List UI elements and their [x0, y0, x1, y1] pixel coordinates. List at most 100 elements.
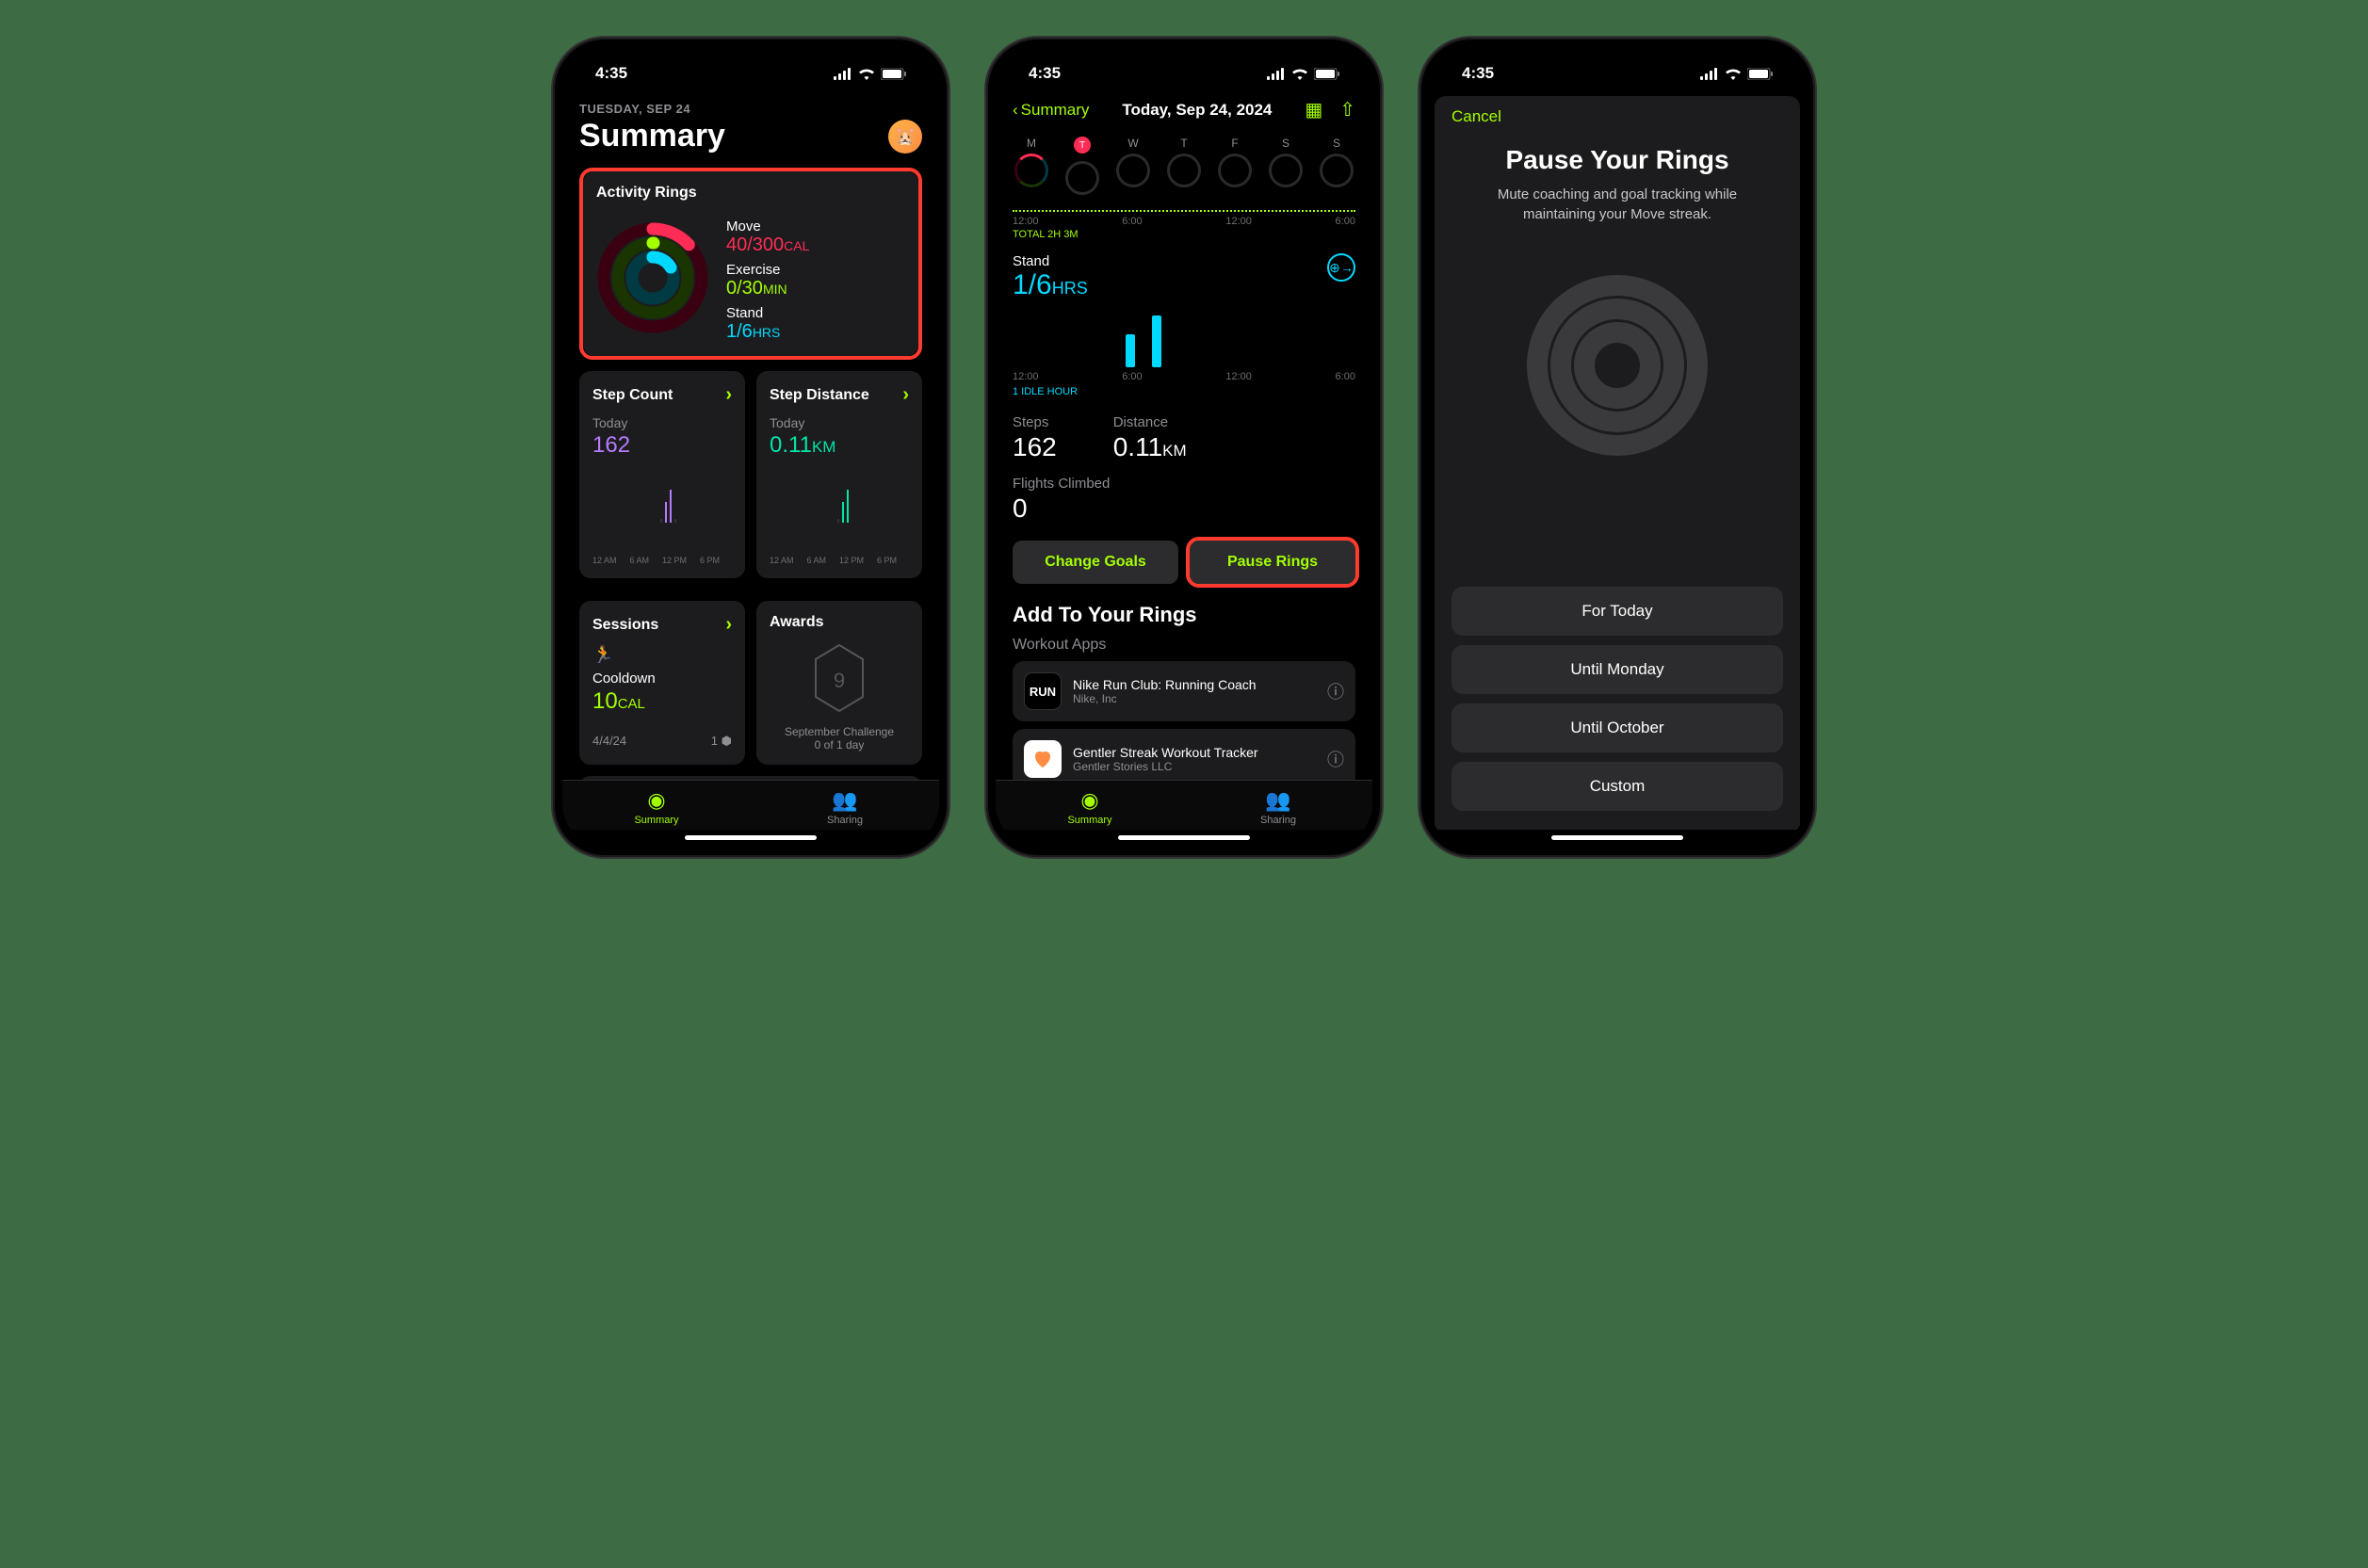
- activity-rings-card[interactable]: Activity Rings Move 40/300CAL: [583, 171, 918, 356]
- profile-avatar[interactable]: 🐹: [888, 120, 922, 154]
- metrics-row: Steps 162 Distance 0.11KM: [1013, 414, 1355, 462]
- status-time: 4:35: [595, 64, 627, 83]
- chevron-right-icon: ›: [902, 384, 909, 406]
- day-sun[interactable]: S: [1320, 137, 1354, 195]
- flights-label: Flights Climbed: [1013, 476, 1355, 492]
- content[interactable]: TUESDAY, SEP 24 Summary 🐹 Activity Rings: [562, 90, 939, 780]
- summary-tab-icon: ◉: [996, 788, 1184, 813]
- step-distance-title: Step Distance›: [770, 384, 909, 406]
- wifi-icon: [1291, 68, 1308, 80]
- option-custom[interactable]: Custom: [1452, 762, 1783, 811]
- app-developer: Nike, Inc: [1073, 692, 1316, 705]
- action-buttons: Change Goals Pause Rings: [1013, 541, 1355, 584]
- notch: [1126, 50, 1243, 84]
- day-fri[interactable]: F: [1218, 137, 1252, 195]
- stand-section: Stand 1/6HRS ⊕→: [1013, 253, 1355, 301]
- idle-label: 1 IDLE HOUR: [1013, 386, 1355, 397]
- tab-sharing[interactable]: 👥Sharing: [1184, 788, 1372, 826]
- flights-metric: Flights Climbed 0: [1013, 476, 1355, 524]
- change-goals-button[interactable]: Change Goals: [1013, 541, 1178, 584]
- stand-label: Stand: [1013, 253, 1088, 269]
- awards-title: Awards: [770, 614, 909, 631]
- home-indicator[interactable]: [685, 835, 817, 840]
- notch: [692, 50, 810, 84]
- week-selector[interactable]: M T W T F S S: [1013, 137, 1355, 195]
- nike-app-icon: RUN: [1024, 672, 1062, 710]
- home-indicator[interactable]: [1551, 835, 1683, 840]
- stand-detail-icon[interactable]: ⊕→: [1327, 253, 1355, 282]
- move-value: 40/300CAL: [726, 234, 809, 256]
- step-distance-card[interactable]: Step Distance› Today 0.11KM 12 AM6 AM12 …: [756, 371, 922, 578]
- paused-rings-icon: [1523, 271, 1711, 460]
- stand-chart: [1013, 311, 1355, 367]
- app-gentler[interactable]: Gentler Streak Workout Tracker Gentler S…: [1013, 729, 1355, 780]
- chevron-left-icon: ‹: [1013, 101, 1018, 120]
- tab-summary[interactable]: ◉Summary: [562, 788, 751, 826]
- pause-rings-button[interactable]: Pause Rings: [1190, 541, 1355, 584]
- share-icon[interactable]: ⇧: [1339, 98, 1355, 121]
- gentler-app-icon: [1024, 740, 1062, 778]
- battery-icon: [1747, 68, 1773, 80]
- awards-card[interactable]: Awards 9 September Challenge 0 of 1 day: [756, 601, 922, 765]
- chevron-right-icon: ›: [725, 614, 732, 636]
- metrics-grid: Step Count› Today 162 12 AM6 AM12 PM6 PM…: [579, 371, 922, 776]
- exercise-label: Exercise: [726, 262, 809, 278]
- app-info: Gentler Streak Workout Tracker Gentler S…: [1073, 745, 1316, 773]
- content[interactable]: ‹Summary Today, Sep 24, 2024 ▦ ⇧ M T W T…: [996, 90, 1372, 780]
- day-tue-active[interactable]: T: [1065, 137, 1099, 195]
- signal-icon: [834, 68, 852, 80]
- sessions-card[interactable]: Sessions› 🏃 Cooldown 10CAL 4/4/241 ⬢: [579, 601, 745, 765]
- status-time: 4:35: [1029, 64, 1061, 83]
- signal-icon: [1267, 68, 1286, 80]
- exercise-value: 0/30MIN: [726, 278, 809, 299]
- step-distance-value: 0.11KM: [770, 432, 909, 459]
- day-wed[interactable]: W: [1116, 137, 1150, 195]
- sharing-tab-icon: 👥: [751, 788, 939, 813]
- calendar-icon[interactable]: ▦: [1305, 98, 1322, 121]
- page-title: Summary: [579, 118, 725, 154]
- screen-summary: 4:35 TUESDAY, SEP 24 Summary 🐹 Activity …: [562, 47, 939, 848]
- activity-rings-title: Activity Rings: [596, 185, 905, 202]
- screen-pause-modal: 4:35 Cancel Pause Your Rings Mute coachi…: [1429, 47, 1806, 848]
- step-count-card[interactable]: Step Count› Today 162 12 AM6 AM12 PM6 PM: [579, 371, 745, 578]
- add-to-rings-title: Add To Your Rings: [1013, 603, 1355, 627]
- chart-axis: 12 AM6 AM12 PM6 PM: [770, 556, 909, 565]
- app-nike[interactable]: RUN Nike Run Club: Running Coach Nike, I…: [1013, 661, 1355, 721]
- chevron-right-icon: ›: [725, 384, 732, 406]
- option-today[interactable]: For Today: [1452, 587, 1783, 636]
- day-sat[interactable]: S: [1269, 137, 1303, 195]
- cancel-button[interactable]: Cancel: [1452, 96, 1783, 137]
- move-label: Move: [726, 218, 809, 234]
- status-icons: [1700, 64, 1773, 83]
- svg-text:9: 9: [834, 669, 845, 692]
- option-monday[interactable]: Until Monday: [1452, 645, 1783, 694]
- modal-sheet: Cancel Pause Your Rings Mute coaching an…: [1435, 96, 1800, 830]
- modal-description: Mute coaching and goal tracking while ma…: [1452, 185, 1783, 224]
- stand-value: 1/6HRS: [1013, 269, 1088, 301]
- option-october[interactable]: Until October: [1452, 703, 1783, 752]
- back-button[interactable]: ‹Summary: [1013, 101, 1089, 120]
- summary-tab-icon: ◉: [562, 788, 751, 813]
- tab-sharing[interactable]: 👥Sharing: [751, 788, 939, 826]
- session-meta: 4/4/241 ⬢: [592, 734, 732, 749]
- info-icon[interactable]: ⓘ: [1327, 747, 1344, 771]
- distance-chart: [770, 466, 909, 523]
- page-title-row: Summary 🐹: [579, 118, 922, 154]
- tab-summary[interactable]: ◉Summary: [996, 788, 1184, 826]
- timeline: [1013, 210, 1355, 212]
- day-mon[interactable]: M: [1014, 137, 1048, 195]
- step-count-title: Step Count›: [592, 384, 732, 406]
- screen-detail: 4:35 ‹Summary Today, Sep 24, 2024 ▦ ⇧ M …: [996, 47, 1372, 848]
- nav-actions: ▦ ⇧: [1305, 98, 1355, 121]
- distance-metric: Distance 0.11KM: [1113, 414, 1187, 462]
- notch: [1559, 50, 1677, 84]
- pause-options: For Today Until Monday Until October Cus…: [1452, 587, 1783, 830]
- time-labels: 12:006:0012:006:00: [1013, 371, 1355, 382]
- workout-apps-subtitle: Workout Apps: [1013, 637, 1355, 654]
- chart-axis: 12 AM6 AM12 PM6 PM: [592, 556, 732, 565]
- phone-3: 4:35 Cancel Pause Your Rings Mute coachi…: [1419, 38, 1815, 857]
- info-icon[interactable]: ⓘ: [1327, 679, 1344, 703]
- day-thu[interactable]: T: [1167, 137, 1201, 195]
- home-indicator[interactable]: [1118, 835, 1250, 840]
- award-name: September Challenge: [770, 725, 909, 738]
